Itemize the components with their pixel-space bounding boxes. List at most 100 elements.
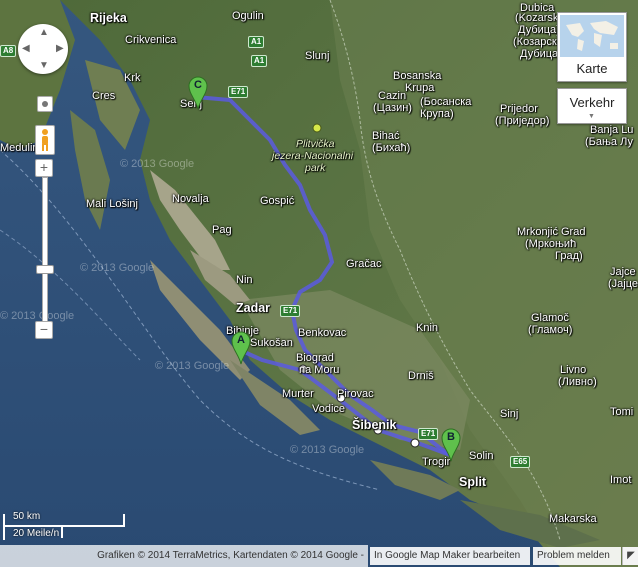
pan-left-icon[interactable]: ◀ xyxy=(22,43,30,54)
label-solin: Solin xyxy=(469,450,494,462)
marker-b[interactable]: B xyxy=(441,428,461,467)
map-canvas[interactable]: Rijeka Ogulin Crikvenica Krk Cres Senj S… xyxy=(0,0,638,567)
road-shield: E71 xyxy=(228,86,249,98)
pan-right-icon[interactable]: ▶ xyxy=(56,43,64,54)
traffic-button[interactable]: Verkehr ▼ xyxy=(557,88,627,124)
pan-down-icon[interactable]: ▼ xyxy=(39,60,49,71)
label-benkovac: Benkovac xyxy=(298,327,347,339)
label-bihac-cyr: (Бихаћ) xyxy=(372,142,411,154)
label-kozarska-cyr: (Козарска xyxy=(513,36,564,48)
label-pirovac: Pirovac xyxy=(337,388,374,400)
label-drnis: Drniš xyxy=(408,370,434,382)
label-banja-luka: Banja Lu xyxy=(590,124,634,136)
label-bosanska: Bosanska xyxy=(393,70,442,82)
label-murter: Murter xyxy=(282,388,314,400)
marker-c-label: C xyxy=(194,79,202,91)
label-bosanska-cyr: (Босанска xyxy=(420,96,472,108)
report-problem-link[interactable]: Problem melden xyxy=(533,547,621,565)
attribution-text: Grafiken © 2014 TerraMetrics, Kartendate… xyxy=(0,545,368,567)
label-ogulin: Ogulin xyxy=(232,10,264,22)
label-bihac: Bihać xyxy=(372,130,400,142)
label-slunj: Slunj xyxy=(305,50,330,62)
label-prijedor: Prijedor xyxy=(500,103,538,115)
label-plitvice: Plitvička xyxy=(296,138,335,150)
traffic-label: Verkehr xyxy=(569,95,615,110)
label-biograd-2: na Moru xyxy=(299,364,340,376)
label-sibenik: Šibenik xyxy=(352,418,397,432)
pegman-icon xyxy=(42,129,48,151)
label-plitvice-2: jezera-Nacionalni xyxy=(272,150,354,162)
pan-control[interactable]: ▲ ▼ ◀ ▶ xyxy=(18,24,68,74)
label-cazin: Cazin xyxy=(378,90,407,102)
pan-up-icon[interactable]: ▲ xyxy=(39,27,49,38)
label-livno: Livno xyxy=(560,364,587,376)
label-dubica-cyr: Дубица) xyxy=(518,24,560,36)
label-krupa-cyr: Крупа) xyxy=(420,108,454,120)
label-makarska: Makarska xyxy=(549,513,597,525)
street-view-pegman-icon[interactable] xyxy=(35,125,55,155)
scale-metric: 50 km xyxy=(13,511,41,522)
world-map-icon xyxy=(560,15,624,57)
satellite-terrain xyxy=(0,0,638,567)
label-knin: Knin xyxy=(416,322,439,334)
label-gracac: Gračac xyxy=(346,258,382,270)
label-cres: Cres xyxy=(92,90,116,102)
marker-a-label: A xyxy=(237,334,245,346)
label-cazin-cyr: (Цазин) xyxy=(373,102,412,114)
label-glamoc-cyr: (Гламоч) xyxy=(528,324,573,336)
label-jajce: Jajce xyxy=(610,266,636,278)
scale-imperial: 20 Meile/n xyxy=(13,528,60,539)
scale-bar: 50 km 20 Meile/n xyxy=(2,510,128,544)
label-biograd: Biograd xyxy=(296,352,334,364)
label-glamoc: Glamoč xyxy=(531,312,569,324)
label-livno-cyr: (Ливно) xyxy=(558,376,597,388)
label-krk: Krk xyxy=(124,72,141,84)
road-shield: A1 xyxy=(251,55,268,67)
road-shield: E65 xyxy=(510,456,531,468)
label-mrkonjic-cyr-2: Град) xyxy=(555,250,583,262)
marker-b-label: B xyxy=(447,431,455,443)
label-mali-losinj: Mali Lošinj xyxy=(86,198,138,210)
label-jajce-cyr: (Јајце xyxy=(608,278,638,290)
label-dubica-cyr-2: Дубица) xyxy=(520,48,562,60)
label-pag: Pag xyxy=(212,224,232,236)
label-novalja: Novalja xyxy=(172,193,209,205)
watermark: © 2013 Google xyxy=(290,444,365,456)
label-mrkonjic-cyr: (Мркоњић xyxy=(525,238,577,250)
chevron-down-icon: ▼ xyxy=(588,113,595,120)
map-footer: Grafiken © 2014 TerraMetrics, Kartendate… xyxy=(0,545,638,567)
map-maker-link[interactable]: In Google Map Maker bearbeiten xyxy=(370,547,530,565)
zoom-in-button[interactable]: + xyxy=(35,159,53,177)
label-zadar: Zadar xyxy=(236,301,271,315)
watermark: © 2013 Google xyxy=(80,262,155,274)
map-type-thumbnail xyxy=(560,15,624,57)
zoom-out-button[interactable]: − xyxy=(35,321,53,339)
reset-view-button[interactable] xyxy=(37,96,53,112)
resize-corner-icon[interactable]: ◤ xyxy=(622,547,638,565)
label-mrkonjic: Mrkonjić Grad xyxy=(517,226,586,238)
map-type-label: Karte xyxy=(576,61,608,76)
label-sinj: Sinj xyxy=(500,408,519,420)
label-nin: Nin xyxy=(236,274,253,286)
map-type-button[interactable]: Karte xyxy=(557,12,627,82)
watermark: © 2013 Google xyxy=(120,158,195,170)
road-shield: E71 xyxy=(280,305,301,317)
road-shield: A8 xyxy=(0,45,17,57)
label-split: Split xyxy=(459,475,487,489)
zoom-slider-track[interactable] xyxy=(42,177,48,329)
label-rijeka: Rijeka xyxy=(90,11,127,25)
label-crikvenica: Crikvenica xyxy=(125,34,177,46)
label-banja-luka-cyr: (Бања Лу xyxy=(585,136,633,148)
watermark: © 2013 Google xyxy=(155,360,230,372)
label-medulin: Medulin xyxy=(0,142,39,154)
label-kozarska: (Kozarsk xyxy=(515,12,559,24)
road-shield: A1 xyxy=(248,36,265,48)
marker-c[interactable]: C xyxy=(188,76,208,115)
label-tomislavgrad: Tomi xyxy=(610,406,634,418)
zoom-slider-thumb[interactable] xyxy=(36,265,54,274)
road-shield: E71 xyxy=(418,428,439,440)
label-krupa: Krupa xyxy=(405,82,435,94)
label-vodice: Vodice xyxy=(312,403,346,415)
label-imotski: Imot xyxy=(610,474,632,486)
marker-a[interactable]: A xyxy=(231,331,251,370)
